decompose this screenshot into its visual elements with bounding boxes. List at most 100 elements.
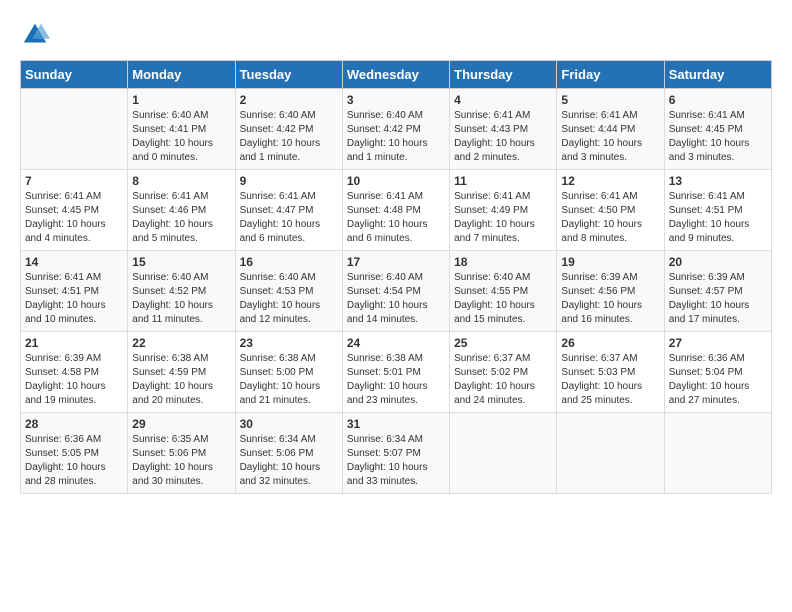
calendar-cell: 17 Sunrise: 6:40 AMSunset: 4:54 PMDayligh… <box>342 251 449 332</box>
day-number: 13 <box>669 174 767 188</box>
day-number: 17 <box>347 255 445 269</box>
logo <box>20 20 54 50</box>
weekday-header-wednesday: Wednesday <box>342 61 449 89</box>
weekday-header-saturday: Saturday <box>664 61 771 89</box>
weekday-header-row: SundayMondayTuesdayWednesdayThursdayFrid… <box>21 61 772 89</box>
day-number: 27 <box>669 336 767 350</box>
calendar-week-5: 28Sunrise: 6:36 AMSunset: 5:05 PMDayligh… <box>21 413 772 494</box>
calendar-cell: 12 Sunrise: 6:41 AMSunset: 4:50 PMDayligh… <box>557 170 664 251</box>
day-info: Sunrise: 6:37 AMSunset: 5:02 PMDaylight:… <box>454 352 552 408</box>
day-info: Sunrise: 6:41 AMSunset: 4:50 PMDaylight:… <box>561 190 659 246</box>
calendar-cell: 3 Sunrise: 6:40 AMSunset: 4:42 PMDaylight… <box>342 89 449 170</box>
day-info: Sunrise: 6:40 AMSunset: 4:54 PMDaylight:… <box>347 271 445 327</box>
day-number: 9 <box>240 174 338 188</box>
day-number: 11 <box>454 174 552 188</box>
calendar-cell: 22 Sunrise: 6:38 AMSunset: 4:59 PMDayligh… <box>128 332 235 413</box>
day-number: 22 <box>132 336 230 350</box>
day-info: Sunrise: 6:41 AMSunset: 4:45 PMDaylight:… <box>669 109 767 165</box>
calendar-cell: 21 Sunrise: 6:39 AMSunset: 4:58 PMDayligh… <box>21 332 128 413</box>
calendar-cell: 16Sunrise: 6:40 AMSunset: 4:53 PMDayligh… <box>235 251 342 332</box>
day-info: Sunrise: 6:40 AMSunset: 4:52 PMDaylight:… <box>132 271 230 327</box>
day-info: Sunrise: 6:34 AMSunset: 5:07 PMDaylight:… <box>347 433 445 489</box>
day-info: Sunrise: 6:41 AMSunset: 4:45 PMDaylight:… <box>25 190 123 246</box>
calendar-cell: 31 Sunrise: 6:34 AMSunset: 5:07 PMDayligh… <box>342 413 449 494</box>
calendar-cell <box>21 89 128 170</box>
calendar-cell: 28Sunrise: 6:36 AMSunset: 5:05 PMDayligh… <box>21 413 128 494</box>
day-info: Sunrise: 6:39 AMSunset: 4:58 PMDaylight:… <box>25 352 123 408</box>
weekday-header-monday: Monday <box>128 61 235 89</box>
calendar-cell: 4 Sunrise: 6:41 AMSunset: 4:43 PMDaylight… <box>450 89 557 170</box>
day-number: 10 <box>347 174 445 188</box>
day-info: Sunrise: 6:41 AMSunset: 4:47 PMDaylight:… <box>240 190 338 246</box>
page-header <box>20 20 772 50</box>
day-info: Sunrise: 6:34 AMSunset: 5:06 PMDaylight:… <box>240 433 338 489</box>
day-number: 1 <box>132 93 230 107</box>
day-number: 7 <box>25 174 123 188</box>
calendar-cell: 9 Sunrise: 6:41 AMSunset: 4:47 PMDaylight… <box>235 170 342 251</box>
day-number: 18 <box>454 255 552 269</box>
day-info: Sunrise: 6:41 AMSunset: 4:49 PMDaylight:… <box>454 190 552 246</box>
calendar-cell: 13 Sunrise: 6:41 AMSunset: 4:51 PMDayligh… <box>664 170 771 251</box>
day-number: 3 <box>347 93 445 107</box>
calendar-header: SundayMondayTuesdayWednesdayThursdayFrid… <box>21 61 772 89</box>
day-info: Sunrise: 6:40 AMSunset: 4:53 PMDaylight:… <box>240 271 338 327</box>
calendar-cell: 11 Sunrise: 6:41 AMSunset: 4:49 PMDayligh… <box>450 170 557 251</box>
day-info: Sunrise: 6:38 AMSunset: 5:00 PMDaylight:… <box>240 352 338 408</box>
calendar-cell <box>664 413 771 494</box>
day-info: Sunrise: 6:37 AMSunset: 5:03 PMDaylight:… <box>561 352 659 408</box>
calendar-cell: 25 Sunrise: 6:37 AMSunset: 5:02 PMDayligh… <box>450 332 557 413</box>
calendar-cell: 27 Sunrise: 6:36 AMSunset: 5:04 PMDayligh… <box>664 332 771 413</box>
calendar-table: SundayMondayTuesdayWednesdayThursdayFrid… <box>20 60 772 494</box>
day-number: 25 <box>454 336 552 350</box>
day-info: Sunrise: 6:41 AMSunset: 4:44 PMDaylight:… <box>561 109 659 165</box>
day-info: Sunrise: 6:38 AMSunset: 4:59 PMDaylight:… <box>132 352 230 408</box>
day-number: 21 <box>25 336 123 350</box>
day-number: 12 <box>561 174 659 188</box>
day-number: 29 <box>132 417 230 431</box>
day-number: 23 <box>240 336 338 350</box>
weekday-header-friday: Friday <box>557 61 664 89</box>
calendar-cell: 18 Sunrise: 6:40 AMSunset: 4:55 PMDayligh… <box>450 251 557 332</box>
day-info: Sunrise: 6:41 AMSunset: 4:48 PMDaylight:… <box>347 190 445 246</box>
day-number: 31 <box>347 417 445 431</box>
logo-icon <box>20 20 50 50</box>
calendar-cell: 6 Sunrise: 6:41 AMSunset: 4:45 PMDaylight… <box>664 89 771 170</box>
day-info: Sunrise: 6:38 AMSunset: 5:01 PMDaylight:… <box>347 352 445 408</box>
day-info: Sunrise: 6:41 AMSunset: 4:51 PMDaylight:… <box>25 271 123 327</box>
day-number: 19 <box>561 255 659 269</box>
calendar-cell: 24Sunrise: 6:38 AMSunset: 5:01 PMDayligh… <box>342 332 449 413</box>
day-info: Sunrise: 6:35 AMSunset: 5:06 PMDaylight:… <box>132 433 230 489</box>
calendar-cell: 23 Sunrise: 6:38 AMSunset: 5:00 PMDayligh… <box>235 332 342 413</box>
calendar-cell: 5 Sunrise: 6:41 AMSunset: 4:44 PMDaylight… <box>557 89 664 170</box>
day-info: Sunrise: 6:36 AMSunset: 5:05 PMDaylight:… <box>25 433 123 489</box>
day-info: Sunrise: 6:40 AMSunset: 4:55 PMDaylight:… <box>454 271 552 327</box>
day-number: 5 <box>561 93 659 107</box>
weekday-header-tuesday: Tuesday <box>235 61 342 89</box>
calendar-cell: 19Sunrise: 6:39 AMSunset: 4:56 PMDayligh… <box>557 251 664 332</box>
day-info: Sunrise: 6:36 AMSunset: 5:04 PMDaylight:… <box>669 352 767 408</box>
day-number: 30 <box>240 417 338 431</box>
day-number: 2 <box>240 93 338 107</box>
day-info: Sunrise: 6:41 AMSunset: 4:46 PMDaylight:… <box>132 190 230 246</box>
day-info: Sunrise: 6:39 AMSunset: 4:57 PMDaylight:… <box>669 271 767 327</box>
calendar-cell: 10 Sunrise: 6:41 AMSunset: 4:48 PMDayligh… <box>342 170 449 251</box>
day-info: Sunrise: 6:40 AMSunset: 4:42 PMDaylight:… <box>240 109 338 165</box>
calendar-cell: 26Sunrise: 6:37 AMSunset: 5:03 PMDayligh… <box>557 332 664 413</box>
day-number: 6 <box>669 93 767 107</box>
calendar-cell <box>450 413 557 494</box>
calendar-cell <box>557 413 664 494</box>
day-info: Sunrise: 6:41 AMSunset: 4:51 PMDaylight:… <box>669 190 767 246</box>
day-number: 8 <box>132 174 230 188</box>
day-info: Sunrise: 6:40 AMSunset: 4:41 PMDaylight:… <box>132 109 230 165</box>
calendar-cell: 7 Sunrise: 6:41 AMSunset: 4:45 PMDaylight… <box>21 170 128 251</box>
weekday-header-sunday: Sunday <box>21 61 128 89</box>
calendar-cell: 20 Sunrise: 6:39 AMSunset: 4:57 PMDayligh… <box>664 251 771 332</box>
day-info: Sunrise: 6:40 AMSunset: 4:42 PMDaylight:… <box>347 109 445 165</box>
calendar-cell: 14 Sunrise: 6:41 AMSunset: 4:51 PMDayligh… <box>21 251 128 332</box>
day-number: 14 <box>25 255 123 269</box>
day-number: 4 <box>454 93 552 107</box>
day-info: Sunrise: 6:41 AMSunset: 4:43 PMDaylight:… <box>454 109 552 165</box>
day-number: 20 <box>669 255 767 269</box>
calendar-cell: 15Sunrise: 6:40 AMSunset: 4:52 PMDayligh… <box>128 251 235 332</box>
calendar-week-3: 14 Sunrise: 6:41 AMSunset: 4:51 PMDayligh… <box>21 251 772 332</box>
